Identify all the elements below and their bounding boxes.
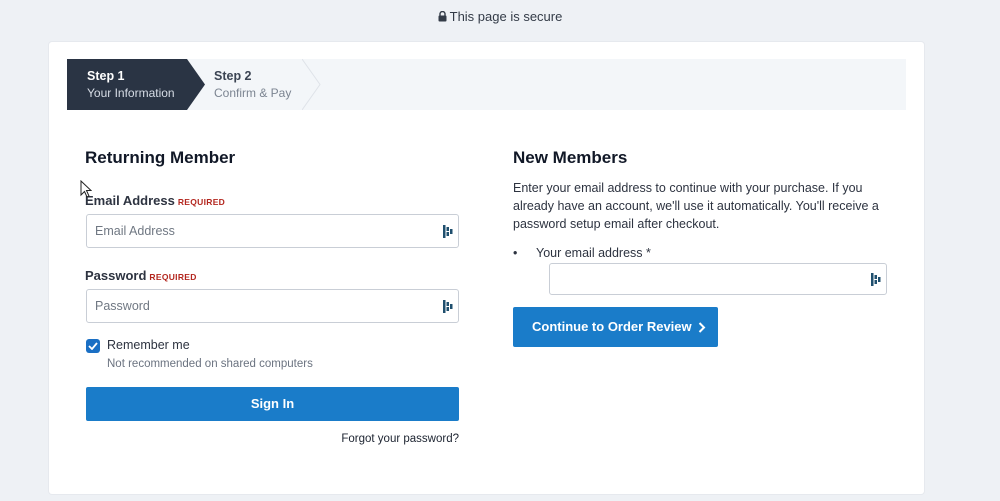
remember-me-label[interactable]: Remember me	[107, 338, 190, 352]
secure-notice: This page is secure	[0, 7, 1000, 25]
step-1-subtitle-text: Your Information	[87, 86, 175, 100]
secure-text: This page is secure	[449, 8, 563, 24]
new-members-description: Enter your email address to continue wit…	[513, 181, 879, 231]
new-email-input[interactable]	[550, 264, 886, 294]
lock-icon	[438, 10, 447, 21]
email-label: Email Address REQUIRED	[85, 193, 225, 208]
continue-button-label: Continue to Order Review	[532, 319, 692, 334]
mouse-cursor-icon	[80, 180, 92, 198]
remember-me-hint: Not recommended on shared computers	[107, 358, 313, 370]
step-2-title: Step 2	[214, 69, 252, 83]
returning-member-heading: Returning Member	[85, 148, 236, 167]
sign-in-button[interactable]: Sign In	[86, 387, 459, 421]
password-manager-icon[interactable]	[871, 273, 881, 286]
password-manager-icon[interactable]	[443, 300, 453, 313]
email-label-text: Email Address	[85, 193, 175, 208]
step-2: Step 2 Confirm & Pay	[189, 59, 329, 110]
checkmark-icon	[88, 342, 98, 350]
checkout-steps: Step 1 Confirm & Pay Your Information St…	[67, 59, 906, 110]
bullet: •	[513, 246, 518, 260]
step-1-title: Step 1	[87, 69, 125, 83]
password-input[interactable]	[87, 290, 458, 322]
new-email-field[interactable]	[549, 263, 887, 295]
continue-to-order-review-button[interactable]: Continue to Order Review	[513, 307, 718, 347]
password-label: Password REQUIRED	[85, 268, 197, 283]
password-label-text: Password	[85, 268, 147, 283]
email-required-tag: REQUIRED	[177, 197, 226, 207]
remember-me-checkbox[interactable]	[86, 339, 100, 353]
password-field[interactable]	[86, 289, 459, 323]
forgot-password-link[interactable]: Forgot your password?	[299, 433, 459, 445]
chevron-right-icon	[699, 322, 706, 333]
step-divider-chevron	[302, 59, 321, 110]
email-field[interactable]	[86, 214, 459, 248]
new-email-label: Your email address *	[536, 246, 651, 260]
new-members-heading: New Members	[513, 148, 628, 167]
step-2-subtitle: Confirm & Pay	[214, 86, 292, 100]
step-1: Step 1 Confirm & Pay Your Information	[67, 59, 205, 110]
email-input[interactable]	[87, 215, 458, 247]
password-required-tag: REQUIRED	[149, 272, 197, 282]
checkout-card: Step 1 Confirm & Pay Your Information St…	[49, 42, 924, 494]
password-manager-icon[interactable]	[443, 225, 453, 238]
